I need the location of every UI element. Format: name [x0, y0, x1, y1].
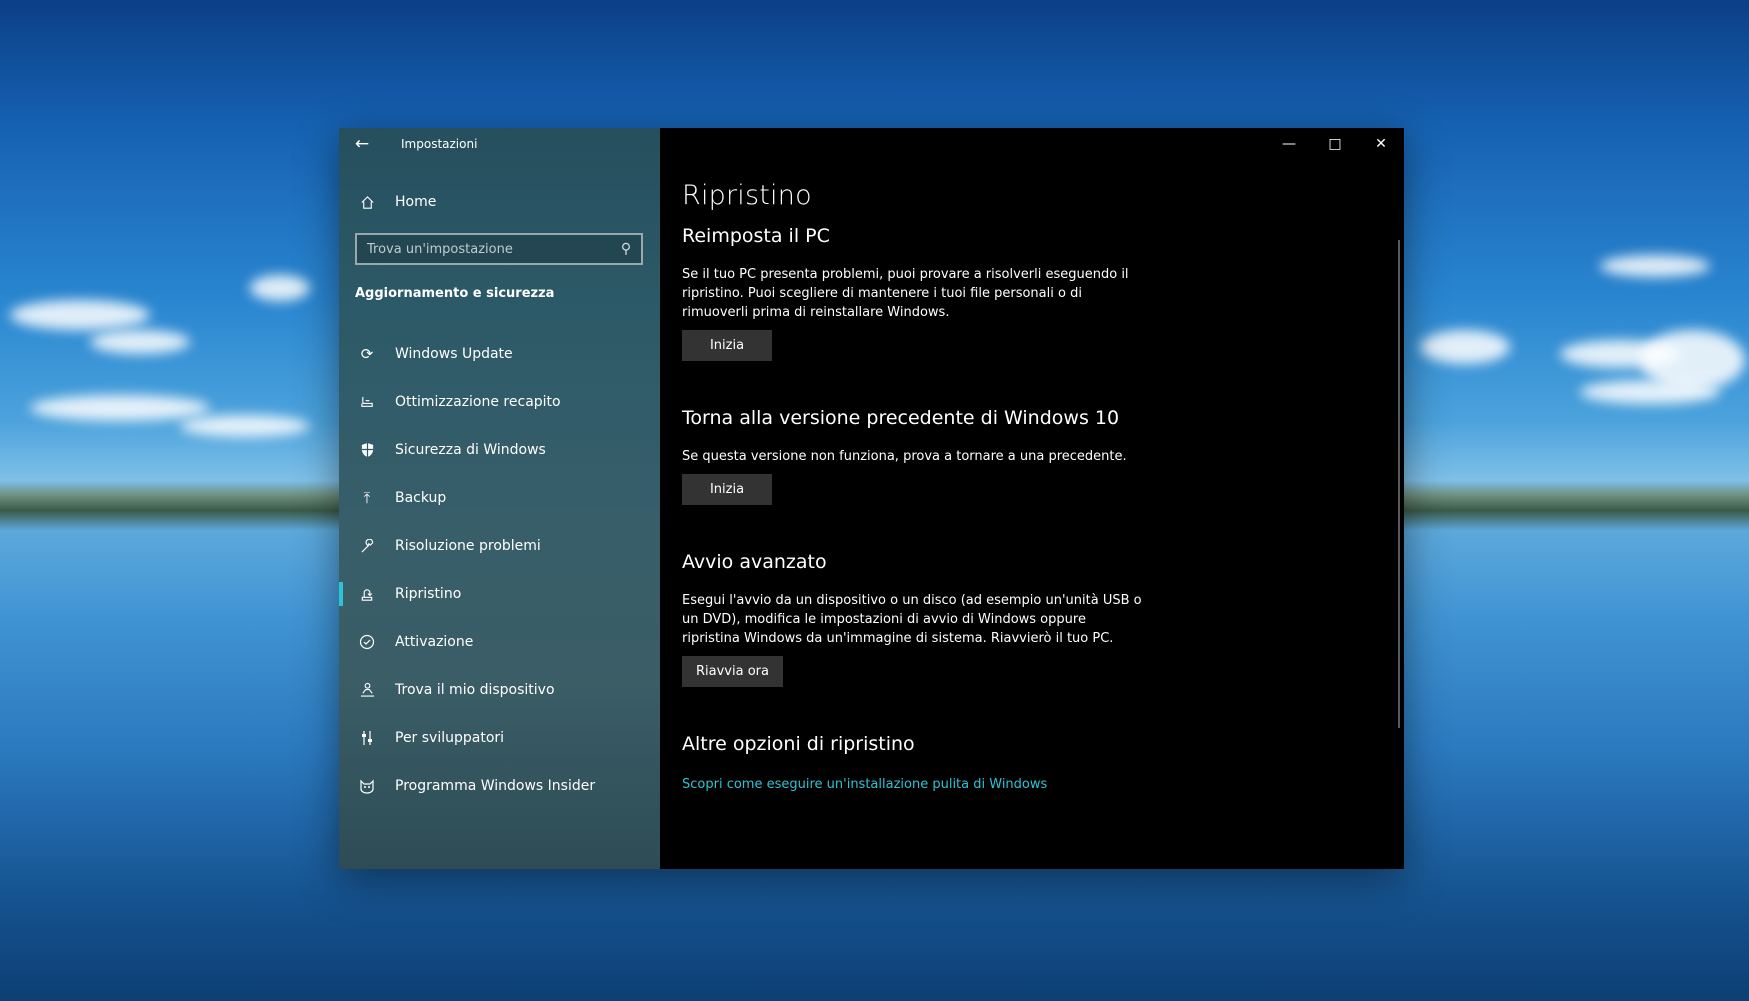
sidebar-item-label: Sicurezza di Windows — [395, 442, 546, 458]
sidebar-item-find-my-device[interactable]: Trova il mio dispositivo — [339, 666, 660, 714]
recovery-page: Ripristino Reimposta il PC Se il tuo PC … — [682, 180, 1142, 792]
close-icon: ✕ — [1375, 136, 1387, 152]
wallpaper-cloud — [1600, 255, 1710, 277]
more-recovery-options-section: Altre opzioni di ripristino Scopri come … — [682, 733, 1142, 792]
section-title: Aggiornamento e sicurezza — [355, 286, 555, 301]
delivery-icon — [355, 395, 379, 410]
sidebar-item-windows-update[interactable]: ⟳ Windows Update — [339, 330, 660, 378]
sidebar-item-activation[interactable]: Attivazione — [339, 618, 660, 666]
sidebar-item-label: Ripristino — [395, 586, 462, 602]
refresh-icon: ⟳ — [360, 345, 374, 363]
wallpaper-cloud — [30, 395, 210, 421]
section-heading: Altre opzioni di ripristino — [682, 733, 915, 755]
wallpaper-cloud — [1580, 380, 1720, 404]
main-content: — □ ✕ Ripristino Reimposta il PC Se il t… — [660, 128, 1404, 869]
sidebar-nav: ⟳ Windows Update Ottimizzazione recapito… — [339, 330, 660, 810]
sidebar-item-label: Attivazione — [395, 634, 474, 650]
section-description: Esegui l'avvio da un dispositivo o un di… — [682, 593, 1142, 646]
wallpaper-cloud — [250, 275, 310, 301]
back-button[interactable]: ← — [339, 128, 385, 160]
home-icon — [355, 195, 379, 210]
sidebar-item-label: Windows Update — [395, 346, 513, 362]
sliders-icon — [355, 730, 379, 746]
sidebar: ← Impostazioni Home ⚲ Aggiornamento e si… — [339, 128, 660, 869]
settings-window: ← Impostazioni Home ⚲ Aggiornamento e si… — [339, 128, 1404, 869]
sidebar-item-recovery[interactable]: Ripristino — [339, 570, 660, 618]
window-controls: — □ ✕ — [1266, 128, 1404, 160]
sidebar-item-windows-security[interactable]: Sicurezza di Windows — [339, 426, 660, 474]
wallpaper-cloud — [10, 300, 150, 330]
minimize-icon: — — [1282, 136, 1296, 152]
sidebar-item-label: Programma Windows Insider — [395, 778, 596, 794]
page-title: Ripristino — [682, 180, 812, 211]
section-heading: Reimposta il PC — [682, 225, 830, 247]
app-title: Impostazioni — [401, 137, 478, 151]
sidebar-item-delivery-optimization[interactable]: Ottimizzazione recapito — [339, 378, 660, 426]
search-icon[interactable]: ⚲ — [611, 241, 641, 257]
home-nav-item[interactable]: Home — [339, 180, 660, 224]
recovery-icon — [355, 587, 379, 602]
wallpaper-cloud — [180, 415, 310, 437]
section-heading: Torna alla versione precedente di Window… — [682, 407, 1120, 429]
restart-now-button[interactable]: Riavvia ora — [682, 656, 783, 687]
search-box[interactable]: ⚲ — [355, 233, 643, 265]
sidebar-item-label: Per sviluppatori — [395, 730, 505, 746]
sidebar-item-label: Backup — [395, 490, 447, 506]
wallpaper-cloud — [90, 330, 190, 354]
home-label: Home — [395, 194, 437, 210]
section-description: Se questa versione non funziona, prova a… — [682, 449, 1127, 464]
sidebar-item-backup[interactable]: ⤒ Backup — [339, 474, 660, 522]
wrench-icon — [355, 538, 379, 554]
reset-pc-section: Reimposta il PC Se il tuo PC presenta pr… — [682, 225, 1142, 361]
sidebar-item-windows-insider[interactable]: Programma Windows Insider — [339, 762, 660, 810]
sidebar-item-label: Risoluzione problemi — [395, 538, 541, 554]
reset-start-button[interactable]: Inizia — [682, 330, 772, 361]
section-heading: Avvio avanzato — [682, 551, 827, 573]
upload-arrow-icon: ⤒ — [363, 489, 371, 507]
sidebar-item-troubleshoot[interactable]: Risoluzione problemi — [339, 522, 660, 570]
sidebar-item-label: Trova il mio dispositivo — [395, 682, 555, 698]
sidebar-item-developers[interactable]: Per sviluppatori — [339, 714, 660, 762]
section-description: Se il tuo PC presenta problemi, puoi pro… — [682, 267, 1129, 320]
shield-icon — [355, 442, 379, 458]
back-arrow-icon: ← — [354, 134, 370, 154]
maximize-button[interactable]: □ — [1312, 128, 1358, 160]
sidebar-item-label: Ottimizzazione recapito — [395, 394, 561, 410]
go-back-section: Torna alla versione precedente di Window… — [682, 407, 1142, 505]
maximize-icon: □ — [1328, 136, 1342, 152]
go-back-start-button[interactable]: Inizia — [682, 474, 772, 505]
close-button[interactable]: ✕ — [1358, 128, 1404, 160]
clean-install-link[interactable]: Scopri come eseguire un'installazione pu… — [682, 777, 1047, 792]
check-circle-icon — [355, 634, 379, 650]
person-location-icon — [355, 682, 379, 698]
wallpaper-cloud — [1420, 330, 1510, 364]
advanced-startup-section: Avvio avanzato Esegui l'avvio da un disp… — [682, 551, 1142, 687]
minimize-button[interactable]: — — [1266, 128, 1312, 160]
scrollbar[interactable] — [1398, 240, 1400, 728]
title-bar: ← Impostazioni — [339, 128, 660, 160]
insider-cat-icon — [355, 778, 379, 794]
search-input[interactable] — [367, 241, 611, 257]
